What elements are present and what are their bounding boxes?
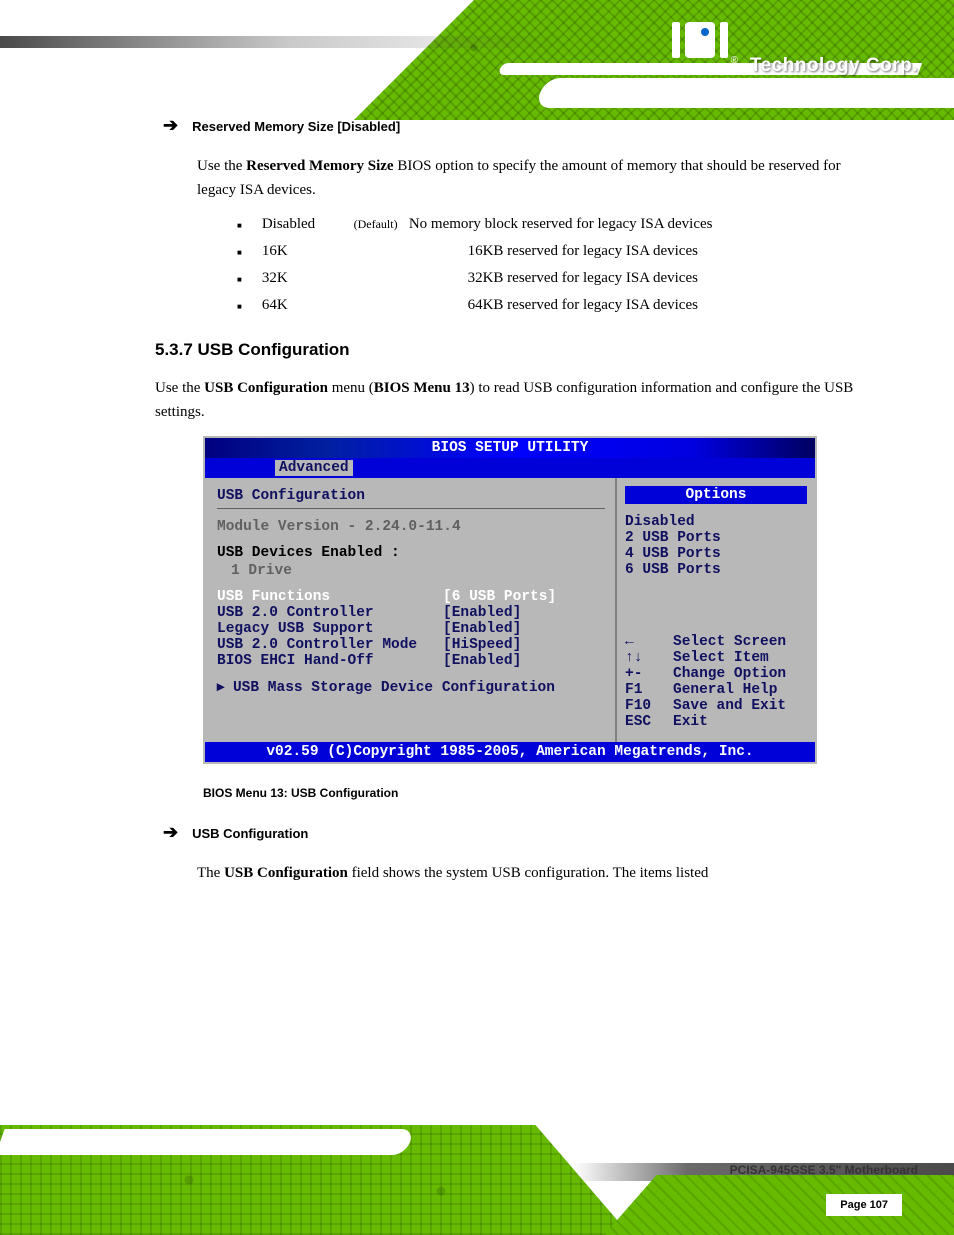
bios-nav-key: F1 [625,682,673,698]
bios-setting-label: Legacy USB Support [217,621,443,637]
bios-setting-row: Legacy USB Support[Enabled] [217,621,605,637]
bios-setting-label: USB Functions [217,589,443,605]
bios-nav-key: ← [625,634,673,650]
bios-nav-action: General Help [673,682,777,698]
bios-setting-value: [6 USB Ports] [443,589,556,605]
option-item: ■ Disabled (Default) No memory block rese… [237,216,864,233]
divider [217,508,605,509]
bios-setting-row: BIOS EHCI Hand-Off[Enabled] [217,653,605,669]
bios-tabs: Advanced [205,458,815,478]
bios-left-panel: USB Configuration Module Version - 2.24.… [205,478,617,742]
bios-options-header: Options [625,486,807,504]
option-text: 32K 32KB reserved for legacy ISA devices [262,270,698,287]
bios-nav-hint: F1General Help [625,682,807,698]
bios-nav-action: Save and Exit [673,698,786,714]
page-footer: PCISA-945GSE 3.5" Motherboard Page 107 [0,1103,954,1235]
section-intro: Use the USB Configuration menu (BIOS Men… [155,376,864,424]
config-item: ➔ USB Configuration [163,822,864,843]
desc-bold: Reserved Memory Size [246,158,393,174]
bios-right-panel: Options Disabled2 USB Ports4 USB Ports6 … [617,478,815,742]
bios-nav-hint: ESCExit [625,714,807,730]
bios-nav-key: ↑↓ [625,650,673,666]
bios-option: Disabled [625,514,807,530]
bios-nav-action: Select Screen [673,634,786,650]
company-logo-icon [672,22,734,58]
option-item: ■ 16K 16KB reserved for legacy ISA device… [237,243,864,260]
bios-setting-row: USB Functions[6 USB Ports] [217,589,605,605]
bios-section-heading: USB Configuration [217,488,605,504]
bios-nav-action: Change Option [673,666,786,682]
option-item: ■ 64K 64KB reserved for legacy ISA device… [237,297,864,314]
bios-setting-label: USB 2.0 Controller [217,605,443,621]
item-label: Reserved Memory Size [Disabled] [192,119,400,134]
bios-title: BIOS SETUP UTILITY [205,438,815,458]
bios-nav-key: F10 [625,698,673,714]
square-bullet-icon: ■ [237,221,242,230]
bios-nav-hint: ←Select Screen [625,634,807,650]
bios-module-version: Module Version - 2.24.0-11.4 [217,519,605,535]
bios-setting-value: [Enabled] [443,605,521,621]
bios-screenshot: BIOS SETUP UTILITY Advanced USB Configur… [203,436,817,764]
bios-setting-row: USB 2.0 Controller[Enabled] [217,605,605,621]
bios-nav-hint: +-Change Option [625,666,807,682]
square-bullet-icon: ■ [237,302,242,311]
square-bullet-icon: ■ [237,275,242,284]
bios-option: 4 USB Ports [625,546,807,562]
registered-mark: ® [731,55,738,66]
bios-body: USB Configuration Module Version - 2.24.… [205,478,815,742]
bios-nav-action: Exit [673,714,708,730]
bios-nav-key: +- [625,666,673,682]
desc-text: Use the [197,158,246,174]
bios-nav-hint: F10Save and Exit [625,698,807,714]
bios-setting-value: [Enabled] [443,653,521,669]
bios-setting-value: [HiSpeed] [443,637,521,653]
page-number: Page 107 [826,1194,902,1216]
footer-swoosh [0,1129,415,1155]
page-content: ➔ Reserved Memory Size [Disabled] Use th… [163,115,864,899]
header-bar [0,36,954,48]
bios-setting-value: [Enabled] [443,621,521,637]
bios-option: 2 USB Ports [625,530,807,546]
square-bullet-icon: ■ [237,248,242,257]
bios-copyright: v02.59 (C)Copyright 1985-2005, American … [205,742,815,762]
bios-nav-key: ESC [625,714,673,730]
arrow-right-icon: ➔ [163,822,178,843]
bios-nav-hint: ↑↓Select Item [625,650,807,666]
page-header: ® Technology Corp. [0,0,954,120]
option-text: 64K 64KB reserved for legacy ISA devices [262,297,698,314]
bios-nav-action: Select Item [673,650,769,666]
item-description: Use the Reserved Memory Size BIOS option… [197,154,864,202]
option-text: Disabled (Default) No memory block reser… [262,216,713,233]
bios-setting-label: BIOS EHCI Hand-Off [217,653,443,669]
section-heading: 5.3.7 USB Configuration [155,340,864,360]
footer-swoosh [0,1115,462,1125]
bios-option: 6 USB Ports [625,562,807,578]
figure-caption: BIOS Menu 13: USB Configuration [203,786,864,800]
bios-tab-advanced: Advanced [275,460,353,476]
bios-setting-row: USB 2.0 Controller Mode[HiSpeed] [217,637,605,653]
arrow-right-icon: ➔ [163,115,178,136]
option-list: ■ Disabled (Default) No memory block rese… [237,216,864,314]
product-title: PCISA-945GSE 3.5" Motherboard [730,1163,918,1177]
option-text: 16K 16KB reserved for legacy ISA devices [262,243,698,260]
option-item: ■ 32K 32KB reserved for legacy ISA device… [237,270,864,287]
config-item: ➔ Reserved Memory Size [Disabled] [163,115,864,136]
item-description: The USB Configuration field shows the sy… [197,861,864,885]
bios-drive-count: 1 Drive [217,563,605,579]
header-swoosh [535,78,954,108]
company-name: Technology Corp. [750,55,918,77]
bios-submenu: ▸ USB Mass Storage Device Configuration [217,679,605,696]
bios-devices-label: USB Devices Enabled : [217,545,605,561]
item-label: USB Configuration [192,826,367,841]
bios-setting-label: USB 2.0 Controller Mode [217,637,443,653]
